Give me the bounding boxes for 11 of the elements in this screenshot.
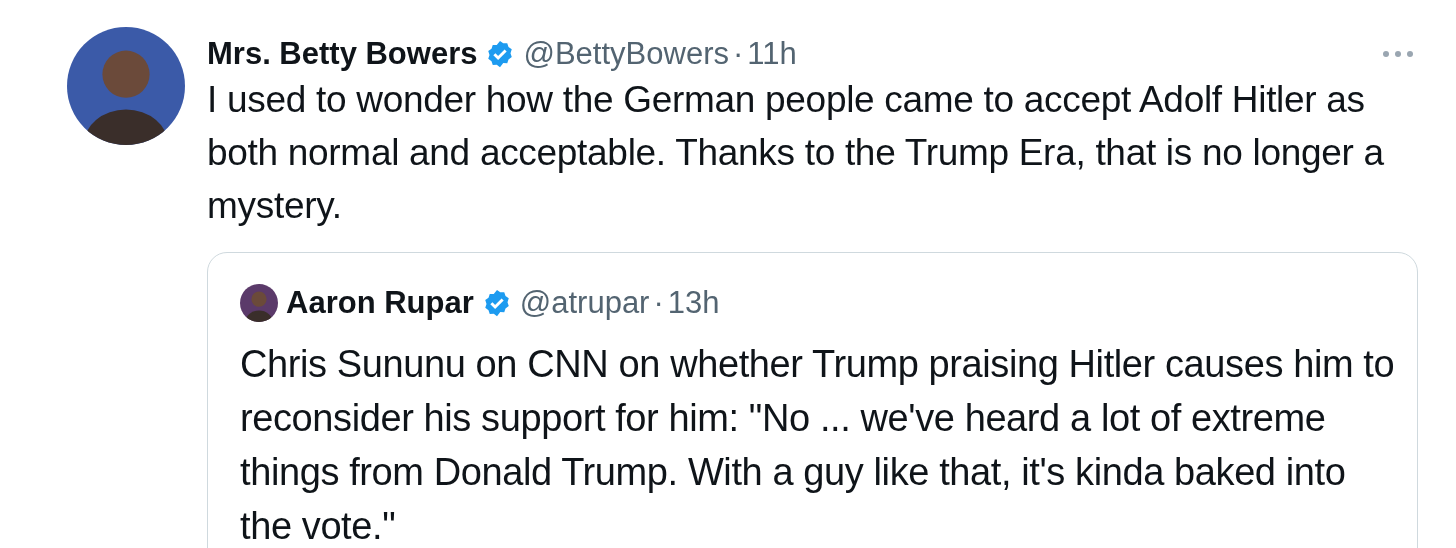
avatar <box>240 284 278 322</box>
author-name: Mrs. Betty Bowers <box>207 35 478 73</box>
author-handle: @BettyBowers <box>523 35 729 73</box>
post-time: 13h <box>667 284 720 322</box>
author-name: Aaron Rupar <box>286 284 474 322</box>
separator-dot: · <box>653 284 664 322</box>
author-handle: @atrupar <box>519 284 650 322</box>
quoted-tweet-text: Chris Sununu on CNN on whether Trump praising Hitler causes him to reconsider his support for him: "No ... we've heard a lot of extreme things from Donald Trump. With a guy like that, it's kinda baked into the vote." <box>240 342 1396 548</box>
post-time: 11h <box>747 35 797 73</box>
separator-dot: · <box>732 35 744 73</box>
tweet-text: I used to wonder how the German people came to accept Adolf Hitler as both normal and acceptable. Thanks to the Trump Era, that is no longer a mystery. <box>207 78 1385 228</box>
